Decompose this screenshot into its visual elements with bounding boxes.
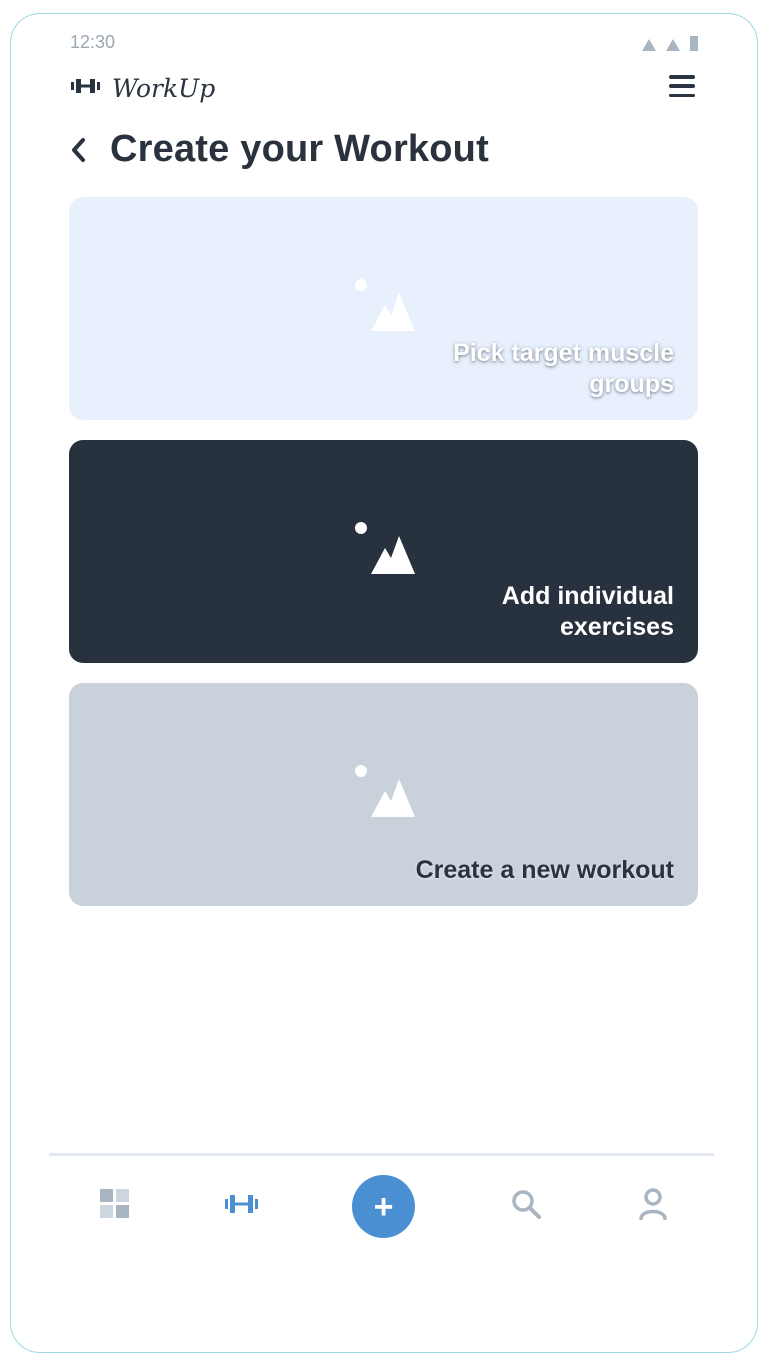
user-icon[interactable] [638,1188,668,1220]
card-add-exercises[interactable]: Add individual exercises [69,440,698,663]
card-label: Add individual exercises [501,582,674,641]
image-placeholder-icon [355,765,415,822]
chevron-left-icon[interactable] [70,130,94,170]
app-brand: WorkUp [71,74,215,103]
dumbbell-icon [71,79,100,98]
grid-icon[interactable] [100,1189,129,1218]
status-time: 12:30 [70,32,116,52]
card-create-workout[interactable]: Create a new workout [69,683,698,906]
app-name: WorkUp [112,74,216,103]
plus-icon[interactable]: + [352,1175,415,1238]
battery-icon [690,36,698,51]
dumbbell-icon[interactable] [225,1194,258,1214]
page-title: Create your Workout [110,128,489,170]
search-icon[interactable] [511,1189,541,1219]
signal-icon [666,39,680,51]
image-placeholder-icon [355,279,415,336]
page-header: Create your Workout [70,128,489,171]
hamburger-menu-icon[interactable] [669,75,695,97]
card-label: Create a new workout [415,856,674,884]
card-pick-muscle-groups[interactable]: Pick target muscle groups [69,197,698,420]
image-placeholder-icon [355,522,415,579]
bottom-nav-divider [49,1153,714,1156]
status-icons [642,36,698,51]
card-label: Pick target muscle groups [453,339,674,398]
wifi-icon [642,39,656,51]
